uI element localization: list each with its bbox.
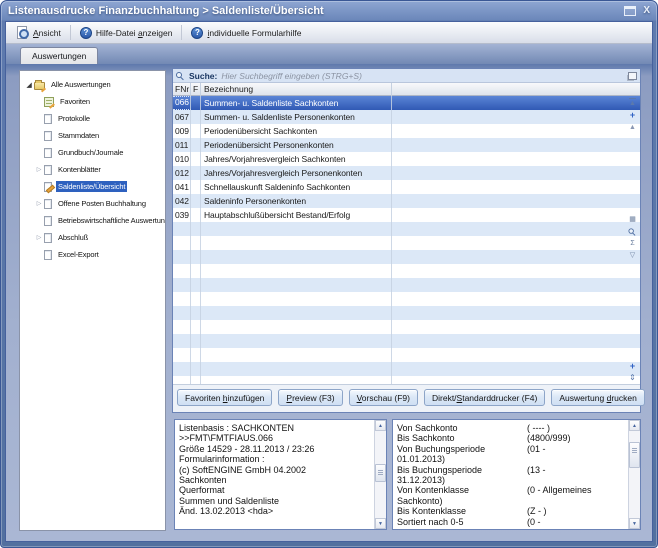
page-icon	[44, 199, 52, 209]
close-button[interactable]: X	[643, 6, 650, 16]
table-body: 066Summen- u. Saldenliste Sachkonten 067…	[173, 96, 640, 384]
scroll-up-arrow[interactable]: ▲	[375, 420, 386, 431]
table-row[interactable]: 067Summen- u. Saldenliste Personenkonten	[173, 110, 640, 124]
help-icon: ?	[80, 27, 92, 39]
scroll-down-arrow[interactable]: ▼	[629, 518, 640, 529]
table-row[interactable]: 042Saldeninfo Personenkonten	[173, 194, 640, 208]
tree-item-betriebswirtschaftliche-auswertungen[interactable]: Betriebswirtschaftliche Auswertungen	[20, 212, 165, 229]
individuelle-formularhilfe-button[interactable]: ? individuelle Formularhilfe	[185, 25, 307, 41]
column-header-fnr[interactable]: FNr	[173, 83, 191, 95]
form-info-text: Listenbasis : SACHKONTEN >>FMT\FMTFIAUS.…	[175, 420, 374, 529]
search-list-icon[interactable]	[628, 227, 636, 235]
page-icon	[44, 165, 52, 175]
folder-edit-icon	[34, 82, 45, 90]
hilfe-datei-anzeigen-button[interactable]: ? Hilfe-Datei anzeigen	[74, 25, 179, 41]
page-icon	[44, 216, 52, 226]
column-divider	[391, 83, 392, 384]
view-icon	[16, 26, 29, 39]
tree-item-kontenblaetter[interactable]: ▷ Kontenblätter	[20, 161, 165, 178]
sum-icon[interactable]: Σ	[630, 239, 634, 248]
toolbar: Ansicht ? Hilfe-Datei anzeigen ? individ…	[6, 22, 652, 44]
tree-item-grundbuch-journale[interactable]: Grundbuch/Journale	[20, 144, 165, 161]
column-chooser-icon[interactable]	[628, 72, 637, 80]
filter-icon[interactable]: ▽	[630, 251, 635, 260]
favoriten-hinzufuegen-button[interactable]: Favoriten hinzufügen	[177, 389, 272, 406]
application-window: Listenausdrucke Finanzbuchhaltung > Sald…	[0, 0, 658, 548]
search-input[interactable]: Hier Suchbegriff eingeben (STRG+S)	[221, 71, 362, 81]
list-side-toolbar: ▲ + ▲ ▦ Σ ▽ + ⇕	[626, 96, 639, 384]
table-row[interactable]: 010Jahres/Vorjahresvergleich Sachkonten	[173, 152, 640, 166]
vorschau-button[interactable]: Vorschau (F9)	[349, 389, 418, 406]
page-icon	[44, 148, 52, 158]
column-divider	[200, 83, 201, 384]
page-edit-icon	[44, 182, 52, 192]
tree-item-saldenliste-uebersicht[interactable]: Saldenliste/Übersicht	[20, 178, 165, 195]
preview-button[interactable]: Preview (F3)	[278, 389, 342, 406]
content-area: ◢ Alle Auswertungen Favoriten Protokolle	[6, 64, 652, 541]
tab-bar: Auswertungen	[6, 44, 652, 64]
tree-item-abschluss[interactable]: ▷ Abschluß	[20, 229, 165, 246]
tree-item-excel-export[interactable]: Excel-Export	[20, 246, 165, 263]
form-info-panel: Listenbasis : SACHKONTEN >>FMT\FMTFIAUS.…	[174, 419, 387, 530]
page-icon	[44, 233, 52, 243]
restore-button[interactable]	[624, 6, 636, 16]
scroll-down-arrow[interactable]: ▼	[375, 518, 386, 529]
add-row-icon[interactable]: +	[630, 362, 635, 371]
tree-item-favoriten[interactable]: Favoriten	[20, 93, 165, 110]
search-bar[interactable]: Suche: Hier Suchbegriff eingeben (STRG+S…	[173, 69, 640, 83]
favorites-icon	[44, 97, 54, 107]
selected-tree-item-label: Saldenliste/Übersicht	[56, 181, 127, 192]
tree-item-alle-auswertungen[interactable]: ◢ Alle Auswertungen	[20, 76, 165, 93]
column-header-bezeichnung[interactable]: Bezeichnung	[201, 83, 392, 95]
grid-view-icon[interactable]: ▦	[629, 215, 636, 224]
scroll-thumb[interactable]	[375, 464, 386, 482]
window-frame: Listenausdrucke Finanzbuchhaltung > Sald…	[0, 0, 658, 548]
column-divider	[190, 83, 191, 384]
page-icon	[44, 114, 52, 124]
expand-collapse-icon[interactable]: ⇕	[629, 373, 636, 382]
scroll-up-icon[interactable]: ▲	[629, 123, 636, 132]
tree-item-protokolle[interactable]: Protokolle	[20, 110, 165, 127]
page-icon	[44, 250, 52, 260]
auswertungen-tree: ◢ Alle Auswertungen Favoriten Protokolle	[19, 70, 166, 531]
table-row[interactable]: 009Periodenübersicht Sachkonten	[173, 124, 640, 138]
scroll-thumb[interactable]	[629, 442, 640, 468]
column-header-empty[interactable]	[392, 83, 640, 95]
ansicht-button[interactable]: Ansicht	[10, 24, 67, 41]
scrollbar[interactable]: ▲ ▼	[374, 420, 386, 529]
title-bar: Listenausdrucke Finanzbuchhaltung > Sald…	[1, 1, 657, 21]
selection-info-panel: Von Sachkonto( ---- ) Bis Sachkonto(4800…	[392, 419, 641, 530]
table-header: FNr F Bezeichnung	[173, 83, 640, 96]
toolbar-separator	[70, 25, 71, 40]
expander-closed-icon[interactable]: ▷	[34, 234, 44, 241]
table-row[interactable]: 012Jahres/Vorjahresvergleich Personenkon…	[173, 166, 640, 180]
help-icon: ?	[191, 27, 203, 39]
add-icon[interactable]: +	[630, 111, 635, 120]
tree-item-offene-posten-buchhaltung[interactable]: ▷ Offene Posten Buchhaltung	[20, 195, 165, 212]
tab-auswertungen[interactable]: Auswertungen	[20, 47, 98, 64]
table-row[interactable]: 039Hauptabschlußübersicht Bestand/Erfolg	[173, 208, 640, 222]
table-row[interactable]: 011Periodenübersicht Personenkonten	[173, 138, 640, 152]
search-label: Suche:	[189, 71, 217, 81]
scrollbar[interactable]: ▲ ▼	[628, 420, 640, 529]
window-title: Listenausdrucke Finanzbuchhaltung > Sald…	[8, 5, 324, 17]
selection-info-text: Von Sachkonto( ---- ) Bis Sachkonto(4800…	[393, 420, 628, 529]
auswertung-drucken-button[interactable]: Auswertung drucken	[551, 389, 645, 406]
table-row[interactable]: 041Schnellauskunft Saldeninfo Sachkonten	[173, 180, 640, 194]
page-icon	[44, 131, 52, 141]
expander-closed-icon[interactable]: ▷	[34, 200, 44, 207]
form-list-panel: Suche: Hier Suchbegriff eingeben (STRG+S…	[172, 68, 641, 413]
action-button-bar: Favoriten hinzufügen Preview (F3) Vorsch…	[173, 384, 640, 412]
table-row[interactable]: 066Summen- u. Saldenliste Sachkonten	[173, 96, 640, 110]
search-icon	[176, 71, 185, 80]
client-area: Ansicht ? Hilfe-Datei anzeigen ? individ…	[5, 21, 653, 542]
expander-closed-icon[interactable]: ▷	[34, 166, 44, 173]
tree-item-stammdaten[interactable]: Stammdaten	[20, 127, 165, 144]
toolbar-separator	[181, 25, 182, 40]
scroll-to-top-icon[interactable]: ▲	[629, 98, 636, 108]
direkt-standarddrucker-button[interactable]: Direkt/Standarddrucker (F4)	[424, 389, 545, 406]
scroll-up-arrow[interactable]: ▲	[629, 420, 640, 431]
expander-open-icon[interactable]: ◢	[24, 81, 34, 89]
